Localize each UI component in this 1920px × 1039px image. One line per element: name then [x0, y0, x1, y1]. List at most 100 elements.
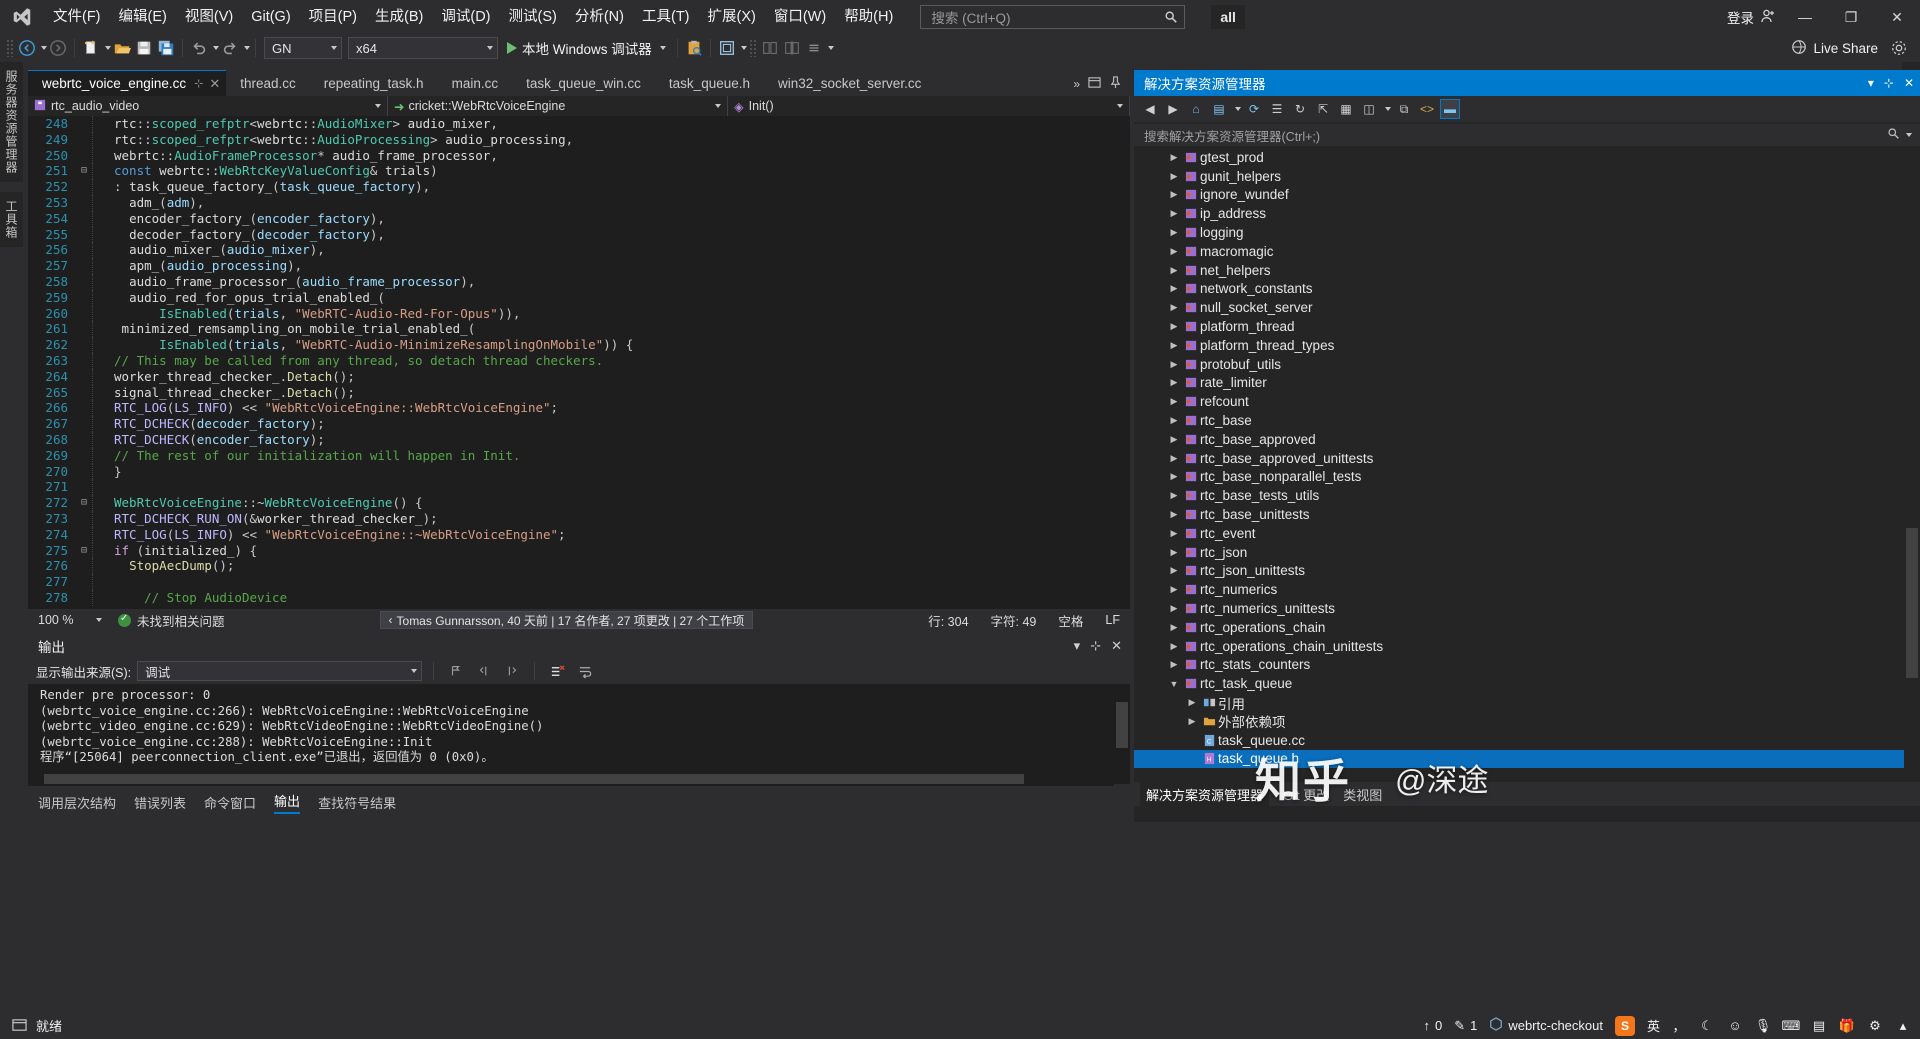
pin-icon[interactable]: ⊹	[194, 77, 203, 90]
menu-item-window[interactable]: 窗口(W)	[765, 0, 835, 34]
chevron-right-icon[interactable]: ▶	[1166, 565, 1182, 576]
chevron-right-icon[interactable]: ▶	[1166, 359, 1182, 370]
chevron-right-icon[interactable]: ▶	[1166, 302, 1182, 313]
chevron-right-icon[interactable]: ▶	[1166, 509, 1182, 520]
tree-item-logging[interactable]: ▶ logging	[1134, 223, 1904, 242]
pin-icon[interactable]: ⊹	[1884, 76, 1894, 90]
chevron-down-icon[interactable]: ▾	[1074, 638, 1081, 654]
pin-icon[interactable]: ⊹	[1090, 638, 1101, 654]
code-line[interactable]: 260 IsEnabled(trials, "WebRTC-Audio-Red-…	[28, 305, 1114, 322]
output-source-combo[interactable]: 调试	[137, 661, 423, 681]
open-folder-icon[interactable]	[111, 37, 133, 59]
sogou-icon[interactable]: S	[1614, 1015, 1635, 1036]
tree-item-platform_thread[interactable]: ▶ platform_thread	[1134, 317, 1904, 336]
jump-to-icon[interactable]	[445, 661, 467, 681]
editor-tab-webrtc-voice-engine-cc[interactable]: webrtc_voice_engine.cc ⊹ ✕	[28, 70, 227, 96]
chevron-right-icon[interactable]: ▶	[1166, 528, 1182, 539]
bottom-tab-查找符号结果[interactable]: 查找符号结果	[318, 793, 396, 812]
menu-item-test[interactable]: 测试(S)	[500, 0, 566, 34]
nav-class-combo[interactable]: ➜ cricket::WebRtcVoiceEngine	[388, 96, 728, 116]
tree-item-rtc_task_queue[interactable]: ▼ rtc_task_queue	[1134, 674, 1904, 693]
sign-in-button[interactable]: 登录	[1721, 7, 1782, 27]
toolbar-overflow-icon[interactable]	[827, 46, 834, 50]
toolbar-grip[interactable]	[748, 39, 757, 57]
scrollbar-thumb[interactable]	[1906, 528, 1918, 678]
code-line[interactable]: 264 worker_thread_checker_.Detach();	[28, 368, 1114, 385]
code-line[interactable]: 258 audio_frame_processor_(audio_frame_p…	[28, 273, 1114, 290]
code-line[interactable]: 254 encoder_factory_(encoder_factory),	[28, 210, 1114, 227]
tree-item-protobuf_utils[interactable]: ▶ protobuf_utils	[1134, 355, 1904, 374]
back-icon[interactable]: ◀	[1140, 99, 1160, 119]
toolbar-grip[interactable]	[6, 39, 14, 57]
code-line[interactable]: 249 rtc::scoped_refptr<webrtc::AudioProce…	[28, 131, 1114, 148]
window-maximize-button[interactable]: ❐	[1828, 0, 1874, 34]
menu-item-view[interactable]: 视图(V)	[176, 0, 242, 34]
tree-item-rtc_numerics_unittests[interactable]: ▶ rtc_numerics_unittests	[1134, 599, 1904, 618]
gear-icon[interactable]	[1888, 37, 1910, 59]
tree-item-rtc_json_unittests[interactable]: ▶ rtc_json_unittests	[1134, 562, 1904, 581]
tree-item-rtc_base_approved_unittests[interactable]: ▶ rtc_base_approved_unittests	[1134, 449, 1904, 468]
tree-item-rtc_base_nonparallel_tests[interactable]: ▶ rtc_base_nonparallel_tests	[1134, 468, 1904, 487]
chevron-right-icon[interactable]: ▶	[1166, 152, 1182, 163]
window-close-button[interactable]: ✕	[1874, 0, 1920, 34]
chevron-double-right-icon[interactable]: »	[1073, 77, 1080, 91]
tree-item-rate_limiter[interactable]: ▶ rate_limiter	[1134, 374, 1904, 393]
code-line[interactable]: 270}	[28, 463, 1114, 480]
code-line[interactable]: 268 RTC_DCHECK(encoder_factory);	[28, 431, 1114, 448]
editor-tab-repeating-task-h[interactable]: repeating_task.h	[310, 70, 438, 96]
chevron-down-icon[interactable]: ▼	[1166, 679, 1182, 689]
code-line[interactable]: 273 RTC_DCHECK_RUN_ON(&worker_thread_chec…	[28, 510, 1114, 527]
menu-item-extensions[interactable]: 扩展(X)	[699, 0, 765, 34]
chevron-right-icon[interactable]: ▶	[1166, 265, 1182, 276]
tree-item-task_queue.h[interactable]: Htask_queue.h	[1134, 749, 1904, 769]
search-icon[interactable]	[1887, 127, 1900, 143]
code-line[interactable]: 269 // The rest of our initialization wil…	[28, 447, 1114, 464]
chevron-right-icon[interactable]: ▶	[1184, 697, 1200, 708]
chevron-right-icon[interactable]: ▶	[1166, 603, 1182, 614]
chevron-right-icon[interactable]: ▶	[1166, 471, 1182, 482]
tree-item-gunit_helpers[interactable]: ▶ gunit_helpers	[1134, 167, 1904, 186]
close-icon[interactable]: ✕	[209, 76, 220, 92]
tree-item-rtc_event[interactable]: ▶ rtc_event	[1134, 524, 1904, 543]
live-share-button[interactable]: Live Share	[1791, 39, 1888, 58]
editor-tab-task-queue-win-cc[interactable]: task_queue_win.cc	[512, 70, 655, 96]
se-bottom-tab-解决方案资源管理器[interactable]: 解决方案资源管理器	[1140, 781, 1270, 807]
properties-icon[interactable]: ☰	[1267, 99, 1287, 119]
collapse-icon[interactable]	[473, 661, 495, 681]
chevron-right-icon[interactable]: ▶	[1166, 547, 1182, 558]
comma-icon[interactable]: ，	[1670, 1017, 1688, 1035]
menu-item-build[interactable]: 生成(B)	[366, 0, 432, 34]
bottom-tab-命令窗口[interactable]: 命令窗口	[204, 793, 256, 812]
editor-tab-win32-socket-server-cc[interactable]: win32_socket_server.cc	[764, 70, 935, 96]
menu-item-file[interactable]: 文件(F)	[44, 0, 110, 34]
rail-tab-toolbox[interactable]: 工具箱	[0, 192, 23, 247]
scrollbar-thumb[interactable]	[1116, 702, 1128, 748]
mic-icon[interactable]: 🎙	[1754, 1017, 1772, 1035]
bottom-tab-调用层次结构[interactable]: 调用层次结构	[38, 793, 116, 812]
code-line[interactable]: 267 RTC_DCHECK(decoder_factory);	[28, 416, 1114, 432]
chevron-right-icon[interactable]: ▶	[1166, 584, 1182, 595]
keyboard-icon[interactable]: ⌨	[1782, 1017, 1801, 1035]
tree-item-task_queue.cc[interactable]: Ctask_queue.cc	[1134, 731, 1904, 750]
solution-explorer-tree[interactable]: ▶ gtest_prod ▶ gunit_helpers ▶ ignore_wundef ▶…	[1134, 148, 1904, 778]
undo-icon[interactable]	[188, 37, 210, 59]
code-text-area[interactable]: 248 rtc::scoped_refptr<webrtc::AudioMixer…	[28, 116, 1114, 609]
menu-item-tools[interactable]: 工具(T)	[633, 0, 699, 34]
chevron-right-icon[interactable]: ▶	[1166, 321, 1182, 332]
filter-icon[interactable]: <>	[1417, 99, 1437, 119]
outgoing-commits[interactable]: ↑ 0	[1423, 1018, 1442, 1033]
split-window-icon[interactable]	[759, 37, 781, 59]
chevron-right-icon[interactable]: ▶	[1166, 189, 1182, 200]
output-horizontal-scrollbar[interactable]	[28, 772, 1114, 786]
forward-icon[interactable]: ▶	[1163, 99, 1183, 119]
editor-tab-main-cc[interactable]: main.cc	[438, 70, 513, 96]
preview-icon[interactable]: ⧉	[1394, 99, 1414, 119]
code-line[interactable]: 275 ⊟ if (initialized_) {	[28, 542, 1114, 559]
output-vertical-scrollbar[interactable]	[1114, 684, 1130, 784]
note-icon[interactable]: ▤	[1810, 1017, 1828, 1035]
code-line[interactable]: 271	[28, 479, 1114, 496]
chevron-right-icon[interactable]: ▶	[1166, 208, 1182, 219]
chevron-down-icon[interactable]	[1235, 107, 1241, 111]
redo-icon[interactable]	[219, 37, 241, 59]
code-line[interactable]: 265 signal_thread_checker_.Detach();	[28, 384, 1114, 401]
